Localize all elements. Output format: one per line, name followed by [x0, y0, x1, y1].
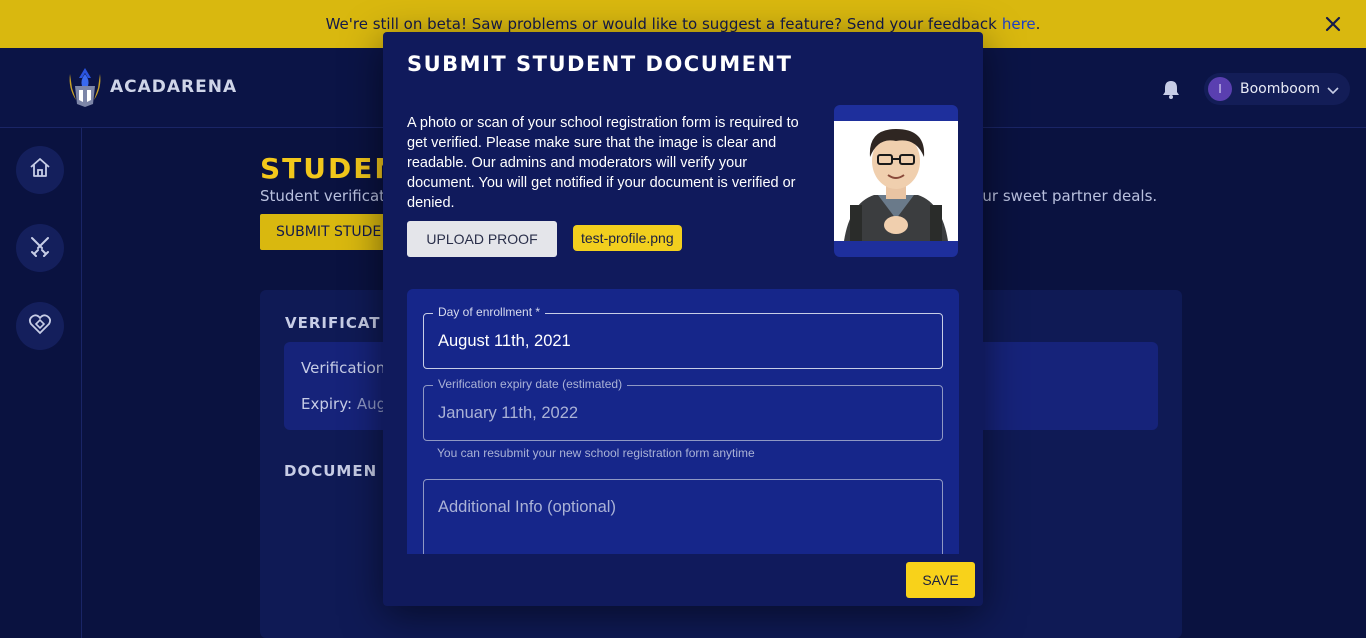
page-title: STUDEN: [260, 152, 400, 185]
brand[interactable]: ACADARENA: [66, 66, 237, 108]
verification-label: Verification:: [301, 359, 391, 377]
additional-info-placeholder: Additional Info (optional): [438, 498, 616, 516]
home-icon: [28, 156, 52, 184]
acadarena-logo-icon: [66, 66, 104, 108]
enrollment-date-value: August 11th, 2021: [438, 332, 571, 350]
page-description: Student verificatio: [260, 187, 399, 205]
sidebar: [0, 128, 82, 638]
banner-message: We're still on beta! Saw problems or wou…: [325, 15, 997, 33]
save-button[interactable]: SAVE: [906, 562, 975, 598]
expiry-date-value: January 11th, 2022: [438, 404, 579, 422]
bell-icon[interactable]: [1160, 78, 1182, 100]
close-icon[interactable]: [1322, 13, 1344, 35]
avatar: I: [1208, 77, 1232, 101]
feedback-link[interactable]: here: [1002, 15, 1036, 33]
document-preview: [834, 105, 958, 257]
documents-section-title: DOCUMEN: [284, 462, 378, 480]
enrollment-date-field[interactable]: Day of enrollment * August 11th, 2021: [423, 305, 943, 369]
submit-document-modal: SUBMIT STUDENT DOCUMENT A photo or scan …: [383, 32, 983, 606]
expiry-helper-text: You can resubmit your new school registr…: [437, 446, 755, 460]
sidebar-item-home[interactable]: [16, 146, 64, 194]
uploaded-file-chip: test-profile.png: [573, 225, 682, 251]
user-menu[interactable]: I Boomboom: [1204, 73, 1350, 105]
expiry-date-field: Verification expiry date (estimated) Jan…: [423, 377, 943, 441]
uploaded-image: [834, 121, 958, 241]
expiry-label: Expiry:: [301, 395, 353, 413]
form-area: Day of enrollment * August 11th, 2021 Ve…: [407, 289, 959, 554]
verification-section-title: VERIFICAT: [285, 314, 381, 332]
enrollment-date-label: Day of enrollment *: [433, 305, 546, 319]
additional-info-textarea[interactable]: Additional Info (optional): [423, 479, 943, 554]
upload-proof-button[interactable]: UPLOAD PROOF: [407, 221, 557, 257]
expiry-date-label: Verification expiry date (estimated): [433, 377, 628, 391]
modal-description: A photo or scan of your school registrat…: [407, 115, 799, 211]
banner-period: .: [1035, 15, 1041, 33]
sidebar-item-partners[interactable]: [16, 302, 64, 350]
swords-icon: [28, 234, 52, 262]
handshake-heart-icon: [28, 312, 52, 340]
chevron-down-icon: [1326, 82, 1340, 96]
sidebar-item-battles[interactable]: [16, 224, 64, 272]
modal-title: SUBMIT STUDENT DOCUMENT: [407, 52, 793, 76]
brand-name: ACADARENA: [110, 77, 238, 97]
expiry-row: Expiry: Augu: [301, 395, 396, 413]
user-name: Boomboom: [1240, 81, 1321, 97]
